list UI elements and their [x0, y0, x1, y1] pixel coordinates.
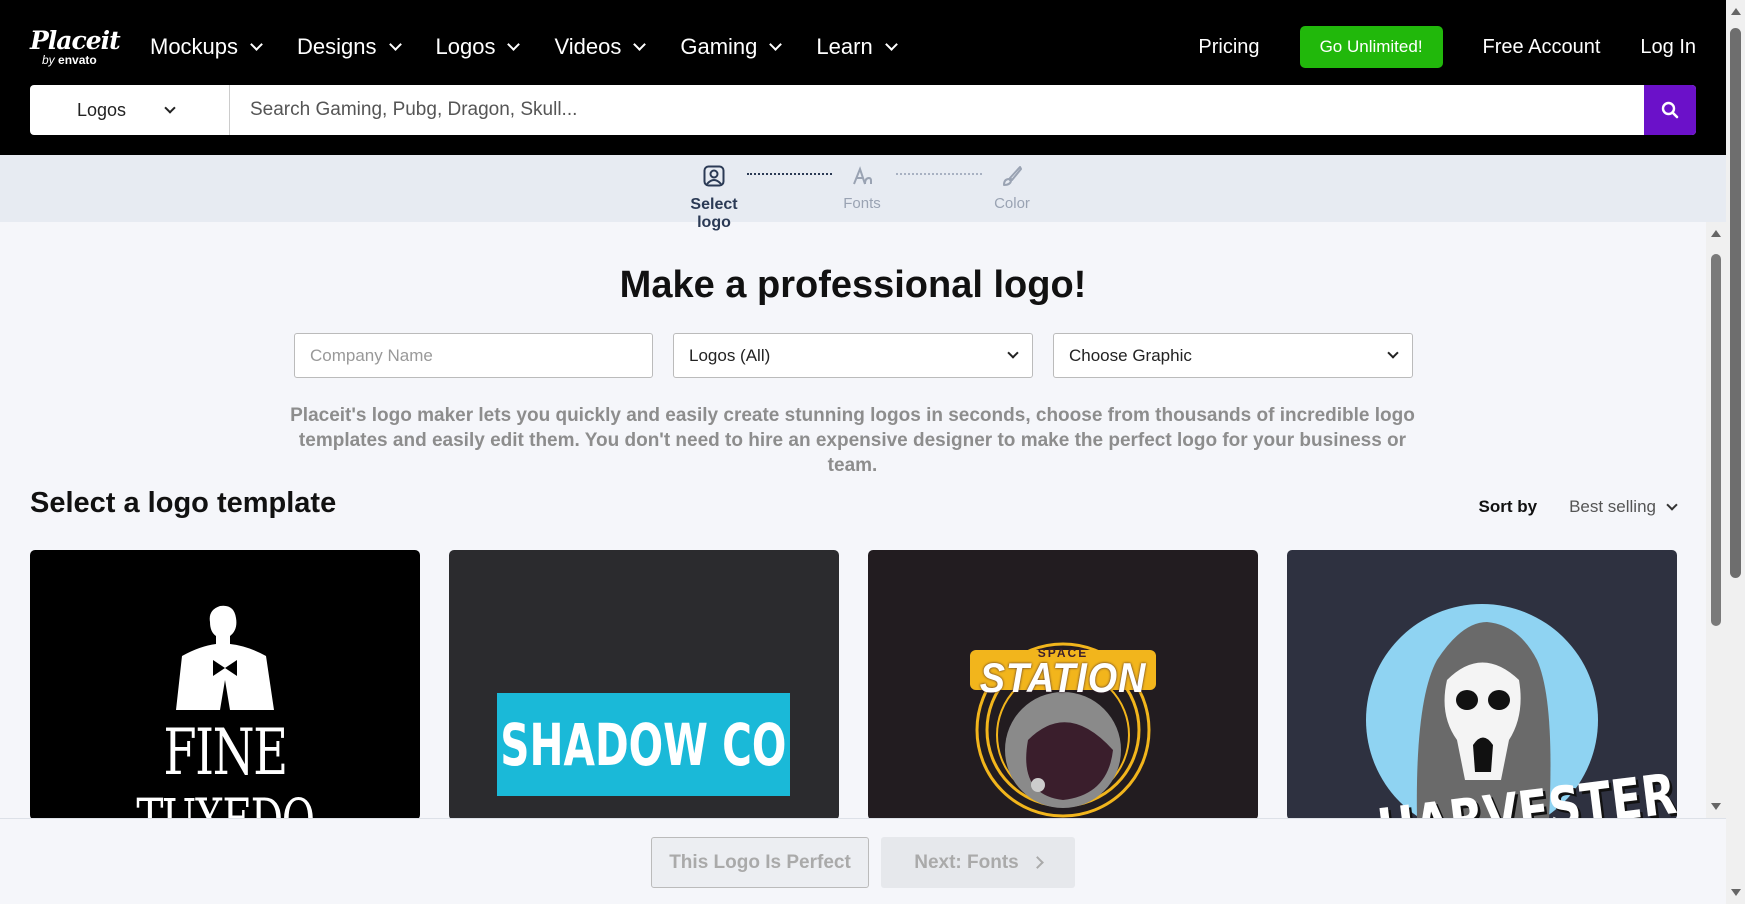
card-text-1: SHADOW CO [500, 710, 787, 779]
step-color[interactable]: Color [990, 165, 1034, 212]
nav-label: Designs [297, 34, 377, 59]
scroll-thumb[interactable] [1711, 254, 1721, 626]
nav-label: Learn [816, 34, 873, 59]
sort-control: Sort by Best selling [1478, 497, 1678, 517]
next-fonts-label: Next: Fonts [914, 851, 1019, 873]
chevron-down-icon [1387, 347, 1399, 359]
sort-select[interactable]: Best selling [1569, 497, 1678, 517]
font-icon [853, 166, 872, 185]
company-name-placeholder: Company Name [310, 345, 433, 365]
template-card-shadow-co[interactable]: SHADOW CO [449, 550, 839, 820]
window-scrollbar[interactable] [1726, 0, 1745, 904]
chevron-down-icon [507, 37, 521, 51]
nav-label: Logos [435, 34, 496, 59]
chevron-down-icon [1007, 347, 1019, 359]
brand-sub: by envato [42, 53, 120, 67]
nav-videos[interactable]: Videos [554, 30, 647, 64]
content-scrollbar[interactable] [1706, 222, 1726, 818]
brand-sub-envato: envato [58, 53, 97, 67]
nav-designs[interactable]: Designs [297, 30, 402, 64]
card-text-1: FINE [163, 716, 288, 790]
section-title: Select a logo template [30, 487, 337, 519]
chevron-right-icon [1030, 856, 1044, 869]
step-connector [747, 173, 832, 175]
graphic-select[interactable]: Choose Graphic [1053, 333, 1413, 378]
search-category-label: Logos [77, 99, 127, 120]
next-fonts-button[interactable]: Next: Fonts [881, 837, 1075, 888]
logo-steps: Select logo Fonts Color [0, 155, 1726, 231]
chevron-down-icon [633, 37, 647, 51]
scroll-up-arrow-icon[interactable] [1731, 8, 1741, 15]
logos-category-select[interactable]: Logos (All) [673, 333, 1033, 378]
right-nav: Pricing Go Unlimited! Free Account Log I… [1158, 26, 1696, 68]
card-text-2: TUXEDO [136, 786, 315, 820]
scroll-thumb[interactable] [1730, 28, 1741, 578]
free-account-link[interactable]: Free Account [1483, 36, 1601, 59]
pricing-link[interactable]: Pricing [1198, 36, 1259, 59]
page-title: Make a professional logo! [619, 264, 1087, 306]
nav-label: Gaming [680, 34, 758, 59]
chevron-down-icon [1666, 498, 1678, 511]
template-card-harvester[interactable]: HARVESTER [1287, 550, 1677, 820]
nav-label: Videos [554, 34, 622, 59]
nav-gaming[interactable]: Gaming [680, 30, 783, 64]
placeit-logo[interactable]: Placeit by envato [30, 26, 121, 67]
template-card-fine-tuxedo[interactable]: FINE TUXEDO [30, 550, 420, 820]
step-connector [896, 173, 982, 175]
chevron-down-icon [388, 37, 402, 51]
nav-learn[interactable]: Learn [816, 30, 898, 64]
card-text-2: STATION [979, 654, 1147, 701]
step-fonts[interactable]: Fonts [840, 165, 884, 212]
chevron-down-icon [769, 37, 783, 51]
logos-category-value: Logos (All) [689, 345, 771, 365]
main-nav: Mockups Designs Logos Videos Gaming Lear… [150, 30, 932, 64]
scroll-down-arrow-icon[interactable] [1731, 889, 1741, 896]
this-logo-is-perfect-button[interactable]: This Logo Is Perfect [651, 837, 869, 888]
brand-name: Placeit [30, 26, 121, 55]
step-label: Select logo [690, 196, 738, 231]
brush-icon [1003, 166, 1022, 186]
logo-maker-description: Placeit's logo maker lets you quickly an… [290, 405, 1415, 476]
bottom-action-bar: This Logo Is Perfect Next: Fonts [0, 818, 1726, 904]
search-input[interactable] [230, 85, 1644, 135]
step-select-logo[interactable]: Select logo [672, 165, 756, 232]
nav-label: Mockups [150, 34, 239, 59]
template-card-space-station[interactable]: SPACE STATION [868, 550, 1258, 820]
logo-filters: Company Name Logos (All) Choose Graphic [294, 333, 1413, 378]
sort-label: Sort by [1478, 497, 1538, 516]
company-name-input[interactable]: Company Name [294, 333, 653, 378]
graphic-select-value: Choose Graphic [1069, 345, 1192, 365]
search-category-select[interactable]: Logos [30, 85, 230, 135]
search-icon [1661, 101, 1679, 119]
sort-value: Best selling [1569, 497, 1656, 516]
search-bar: Logos [30, 85, 1696, 135]
brand-sub-prefix: by [42, 53, 55, 67]
logo-select-icon [703, 165, 725, 187]
chevron-down-icon [250, 37, 263, 51]
step-label: Fonts [843, 195, 881, 212]
nav-mockups[interactable]: Mockups [150, 30, 263, 64]
chevron-down-icon [164, 101, 176, 114]
top-header: Placeit by envato Mockups Designs Logos … [0, 0, 1726, 155]
scroll-up-arrow-icon[interactable] [1711, 230, 1721, 237]
go-unlimited-button[interactable]: Go Unlimited! [1299, 26, 1443, 68]
scroll-down-arrow-icon[interactable] [1711, 803, 1721, 810]
shadow-co-banner: SHADOW CO [497, 693, 790, 796]
step-label: Color [994, 195, 1030, 212]
search-button[interactable] [1644, 85, 1696, 135]
login-link[interactable]: Log In [1640, 36, 1696, 59]
chevron-down-icon [884, 37, 898, 51]
nav-logos[interactable]: Logos [435, 30, 521, 64]
